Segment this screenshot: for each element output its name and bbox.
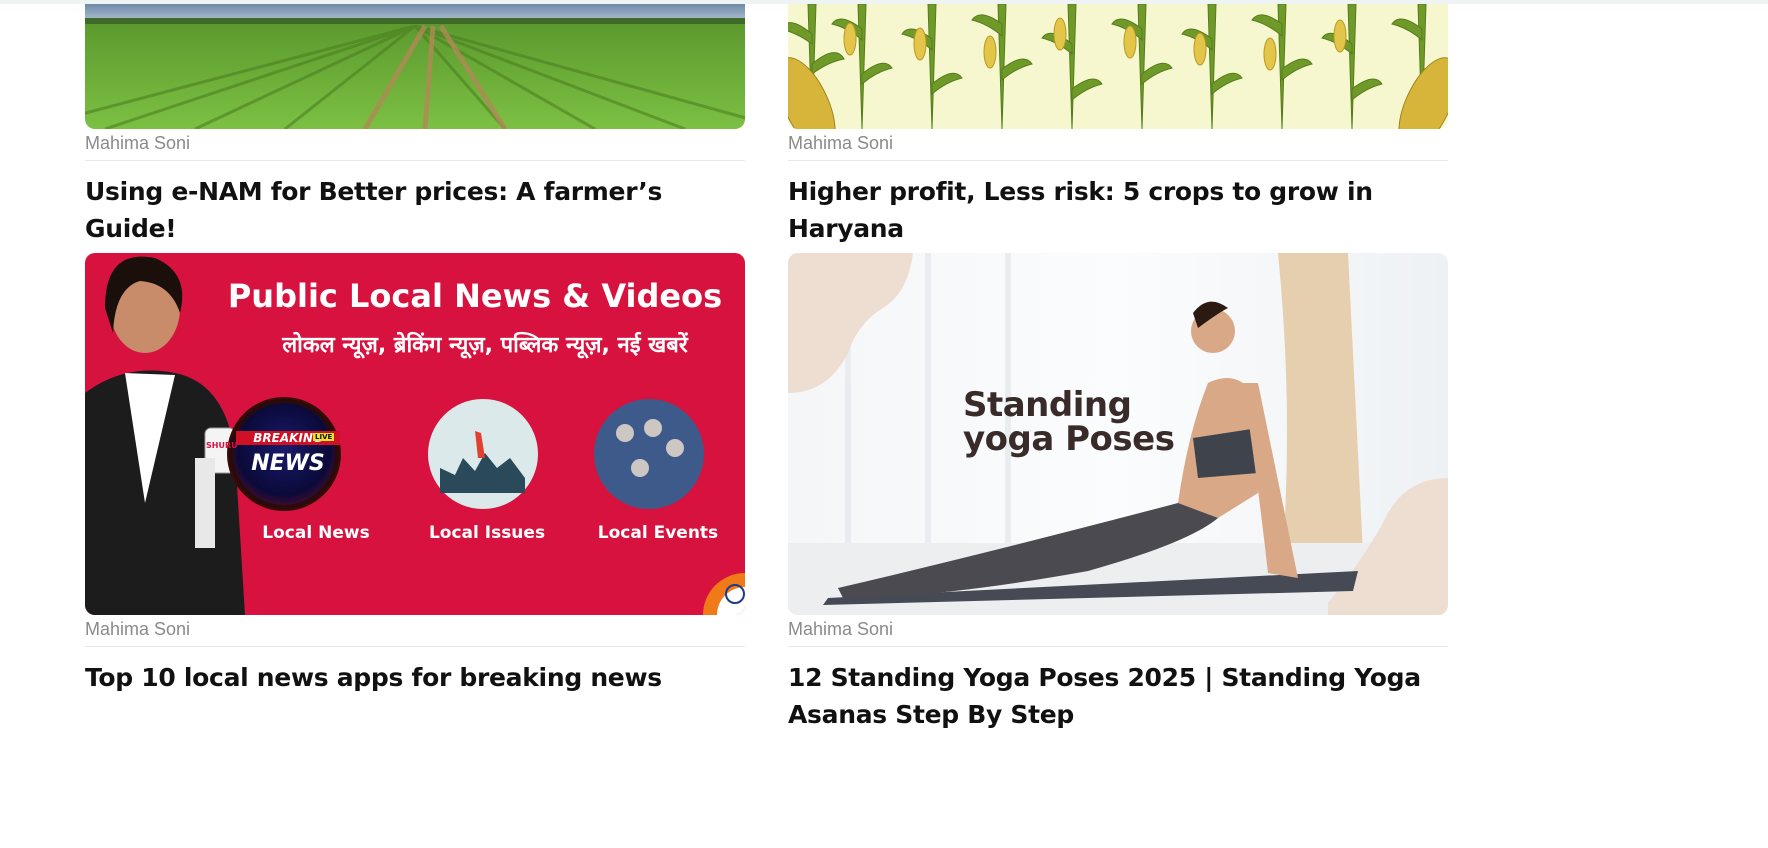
banner-heading: Public Local News & Videos xyxy=(227,277,723,315)
crop-field-image[interactable] xyxy=(85,4,745,129)
article-card-haryana-crops[interactable]: Mahima Soni Higher profit, Less risk: 5 … xyxy=(788,4,1448,247)
article-author: Mahima Soni xyxy=(85,129,745,161)
label-local-events: Local Events xyxy=(597,523,719,543)
corn-pattern-image[interactable] xyxy=(788,4,1448,129)
yoga-pose-image[interactable]: Standing yoga Poses xyxy=(788,253,1448,615)
article-title[interactable]: Using e-NAM for Better prices: A farmer’… xyxy=(85,161,745,247)
article-title[interactable]: Top 10 local news apps for breaking news xyxy=(85,647,745,696)
mic-label: SHURU xyxy=(206,441,238,450)
article-author: Mahima Soni xyxy=(85,615,745,647)
article-title[interactable]: Higher profit, Less risk: 5 crops to gro… xyxy=(788,161,1448,247)
article-author: Mahima Soni xyxy=(788,129,1448,161)
yoga-image-title: Standing yoga Poses xyxy=(963,385,1175,459)
yoga-title-line2: yoga Poses xyxy=(963,419,1175,459)
article-card-enam[interactable]: Mahima Soni Using e-NAM for Better price… xyxy=(85,4,745,247)
article-title[interactable]: 12 Standing Yoga Poses 2025 | Standing Y… xyxy=(788,647,1448,733)
article-author: Mahima Soni xyxy=(788,615,1448,647)
article-card-local-news-apps[interactable]: Public Local News & Videos लोकल न्यूज़, … xyxy=(85,253,745,696)
label-local-news: Local News xyxy=(262,523,370,543)
badge-news-text: NEWS xyxy=(251,451,325,476)
local-news-banner-image[interactable]: Public Local News & Videos लोकल न्यूज़, … xyxy=(85,253,745,615)
label-local-issues: Local Issues xyxy=(428,523,546,543)
badge-live-text: LIVE xyxy=(313,433,335,441)
breaking-news-badge: BREAKING NEWS LIVE xyxy=(229,399,340,509)
banner-hindi-subheading: लोकल न्यूज़, ब्रेकिंग न्यूज़, पब्लिक न्य… xyxy=(282,333,688,358)
yoga-title-line1: Standing xyxy=(963,385,1132,425)
article-card-standing-yoga[interactable]: Standing yoga Poses Mahima Soni 12 Stand… xyxy=(788,253,1448,733)
